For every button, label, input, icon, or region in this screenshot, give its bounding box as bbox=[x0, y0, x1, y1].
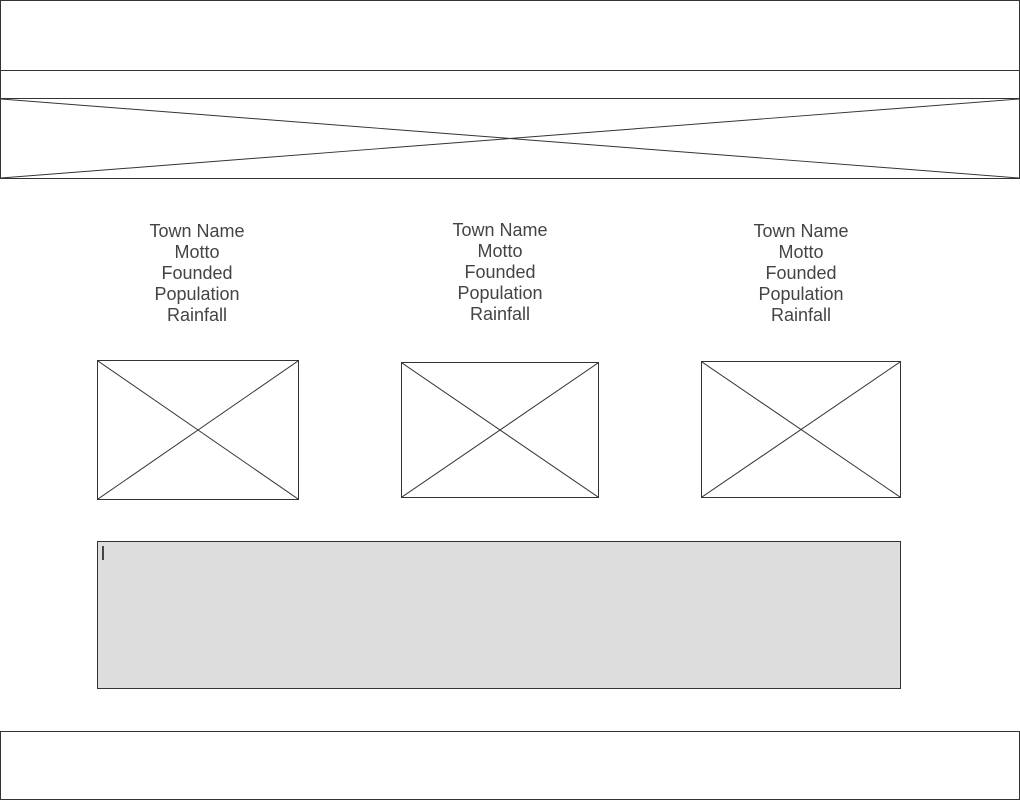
town-info: Town Name Motto Founded Population Rainf… bbox=[97, 221, 297, 326]
footer bbox=[0, 731, 1020, 800]
nav-bar bbox=[0, 70, 1020, 99]
town-image bbox=[401, 362, 599, 498]
image-placeholder-icon bbox=[1, 99, 1019, 178]
town-image bbox=[701, 361, 901, 498]
town-population: Population bbox=[154, 284, 240, 304]
town-motto: Motto bbox=[778, 242, 824, 262]
hero-image bbox=[0, 98, 1020, 179]
image-placeholder-icon bbox=[702, 362, 900, 497]
town-founded: Founded bbox=[464, 262, 536, 282]
town-rainfall: Rainfall bbox=[770, 305, 832, 325]
town-name: Town Name bbox=[452, 220, 548, 240]
town-founded: Founded bbox=[161, 263, 233, 283]
town-name: Town Name bbox=[149, 221, 245, 241]
town-motto: Motto bbox=[477, 241, 523, 261]
town-rainfall: Rainfall bbox=[469, 304, 531, 324]
town-population: Population bbox=[758, 284, 844, 304]
town-image bbox=[97, 360, 299, 500]
town-name: Town Name bbox=[753, 221, 849, 241]
image-placeholder-icon bbox=[402, 363, 598, 497]
header bbox=[0, 0, 1020, 71]
town-founded: Founded bbox=[765, 263, 837, 283]
town-info: Town Name Motto Founded Population Rainf… bbox=[701, 221, 901, 326]
town-info: Town Name Motto Founded Population Rainf… bbox=[400, 220, 600, 325]
town-population: Population bbox=[457, 283, 543, 303]
text-cursor bbox=[102, 546, 104, 560]
text-area[interactable] bbox=[97, 541, 901, 689]
town-rainfall: Rainfall bbox=[166, 305, 228, 325]
image-placeholder-icon bbox=[98, 361, 298, 499]
town-motto: Motto bbox=[174, 242, 220, 262]
